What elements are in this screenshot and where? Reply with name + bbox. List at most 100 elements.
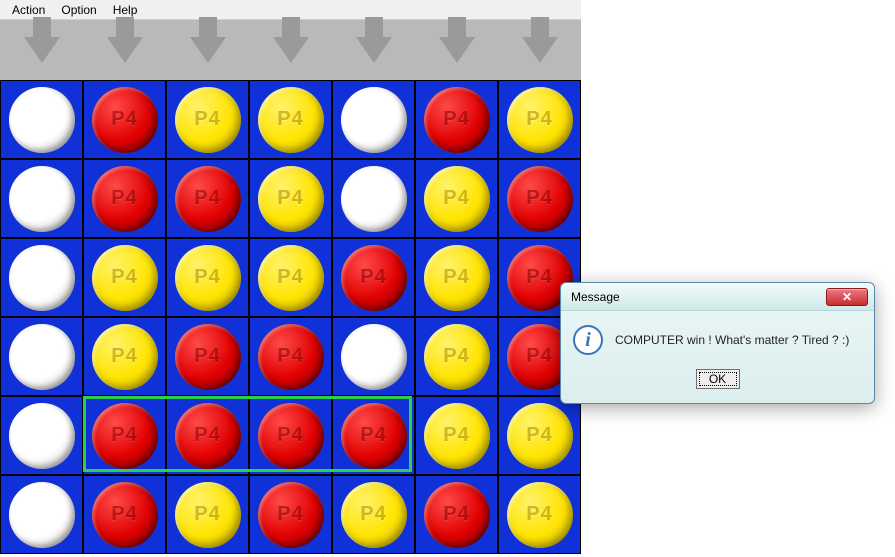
disc-label: P4 [526,424,552,447]
board-cell: P4 [166,396,249,475]
board-cell: P4 [166,159,249,238]
board-cell: P4 [0,159,83,238]
red-disc: P4 [175,403,241,469]
disc-label: P4 [194,108,220,131]
menu-action[interactable]: Action [4,1,53,19]
yellow-disc: P4 [341,482,407,548]
yellow-disc: P4 [424,245,490,311]
empty-slot: P4 [341,87,407,153]
yellow-disc: P4 [258,166,324,232]
empty-slot: P4 [9,166,75,232]
yellow-disc: P4 [175,245,241,311]
board-row: P4 P4 P4 P4 P4 P4 P4 [0,396,581,475]
drop-column-3[interactable] [249,20,332,80]
disc-label: P4 [526,345,552,368]
board-cell: P4 [0,396,83,475]
board-cell: P4 [249,159,332,238]
drop-column-4[interactable] [332,20,415,80]
red-disc: P4 [92,482,158,548]
yellow-disc: P4 [258,245,324,311]
board-cell: P4 [332,159,415,238]
disc-label: P4 [111,424,137,447]
disc-label: P4 [277,345,303,368]
red-disc: P4 [92,87,158,153]
board-cell: P4 [166,238,249,317]
board-cell: P4 [332,475,415,554]
board-cell: P4 [166,475,249,554]
board-cell: P4 [332,238,415,317]
drop-column-2[interactable] [166,20,249,80]
disc-label: P4 [526,108,552,131]
drop-row [0,20,581,80]
empty-slot: P4 [341,166,407,232]
board-cell: P4 [498,396,581,475]
board-cell: P4 [249,396,332,475]
red-disc: P4 [175,166,241,232]
disc-label: P4 [443,187,469,210]
red-disc: P4 [341,403,407,469]
yellow-disc: P4 [258,87,324,153]
board-cell: P4 [166,80,249,159]
yellow-disc: P4 [175,87,241,153]
empty-slot: P4 [341,324,407,390]
disc-label: P4 [443,424,469,447]
board-cell: P4 [83,317,166,396]
empty-slot: P4 [9,482,75,548]
disc-label: P4 [526,187,552,210]
disc-label: P4 [194,187,220,210]
arrow-down-icon [439,37,475,63]
board-cell: P4 [415,475,498,554]
dialog-message: COMPUTER win ! What's matter ? Tired ? :… [615,333,849,347]
red-disc: P4 [424,87,490,153]
disc-label: P4 [360,266,386,289]
red-disc: P4 [341,245,407,311]
disc-label: P4 [360,503,386,526]
menu-option[interactable]: Option [53,1,104,19]
disc-label: P4 [443,108,469,131]
drop-column-1[interactable] [83,20,166,80]
board-cell: P4 [83,396,166,475]
drop-column-0[interactable] [0,20,83,80]
yellow-disc: P4 [424,403,490,469]
disc-label: P4 [111,266,137,289]
board-cell: P4 [249,80,332,159]
yellow-disc: P4 [507,87,573,153]
board-grid: P4P4P4P4P4P4P4P4P4P4P4P4P4P4P4P4P4P4P4P4… [0,80,581,554]
board-cell: P4 [166,317,249,396]
close-icon[interactable]: ✕ [826,288,868,306]
disc-label: P4 [443,266,469,289]
disc-label: P4 [194,266,220,289]
disc-label: P4 [277,424,303,447]
drop-column-6[interactable] [498,20,581,80]
board-cell: P4 [415,317,498,396]
board-cell: P4 [498,475,581,554]
info-icon: i [573,325,603,355]
menu-help[interactable]: Help [105,1,146,19]
arrow-down-icon [356,37,392,63]
drop-column-5[interactable] [415,20,498,80]
message-dialog: Message ✕ i COMPUTER win ! What's matter… [560,282,875,404]
ok-button[interactable]: OK [696,369,740,389]
dialog-titlebar[interactable]: Message ✕ [561,283,874,311]
empty-slot: P4 [9,324,75,390]
yellow-disc: P4 [92,324,158,390]
empty-slot: P4 [9,403,75,469]
board-cell: P4 [332,80,415,159]
red-disc: P4 [92,166,158,232]
disc-label: P4 [111,187,137,210]
empty-slot: P4 [9,87,75,153]
yellow-disc: P4 [175,482,241,548]
board-cell: P4 [249,475,332,554]
red-disc: P4 [258,403,324,469]
disc-label: P4 [111,108,137,131]
board-cell: P4 [415,159,498,238]
board-cell: P4 [0,238,83,317]
red-disc: P4 [258,324,324,390]
board-row: P4P4P4P4P4P4P4 [0,238,581,317]
red-disc: P4 [507,166,573,232]
red-disc: P4 [175,324,241,390]
game-area: P4P4P4P4P4P4P4P4P4P4P4P4P4P4P4P4P4P4P4P4… [0,20,581,554]
board-row: P4 P4 P4 P4 P4 P4 P4 [0,80,581,159]
arrow-down-icon [273,37,309,63]
disc-label: P4 [277,503,303,526]
